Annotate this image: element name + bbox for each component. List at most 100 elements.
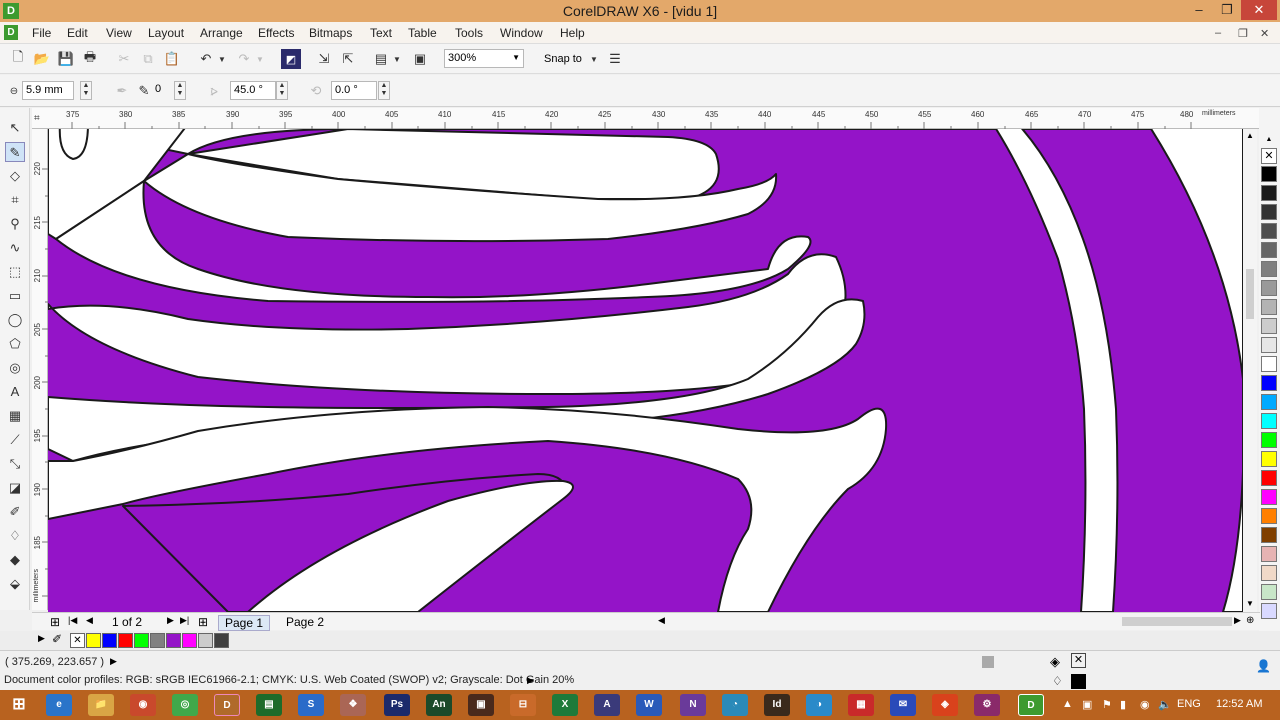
snap-dropdown-icon[interactable]: ▼ [588, 49, 600, 69]
rotation-stepper[interactable]: ▲ ▼ [378, 81, 390, 100]
artistic-media-tool-icon[interactable]: ✎ [5, 142, 25, 162]
onenote-icon[interactable]: N [680, 694, 706, 716]
zoom-tool-icon[interactable]: ⚲ [5, 214, 25, 234]
publish-pdf-icon[interactable]: ▤ [371, 49, 391, 69]
photoshop-icon[interactable]: Ps [384, 694, 410, 716]
profiles-arrow-icon[interactable]: ▶ [527, 675, 534, 686]
tray-icon-1[interactable]: ▣ [1082, 698, 1092, 711]
indesign-icon[interactable]: Id [764, 694, 790, 716]
palette-swatch[interactable] [1261, 603, 1277, 619]
tray-icon-3[interactable]: ◉ [1140, 698, 1150, 711]
start-button-icon[interactable]: ⊞ [2, 694, 36, 716]
vertical-scrollbar[interactable]: ▲ ▼ [1243, 129, 1257, 612]
word-icon[interactable]: W [636, 694, 662, 716]
scroll-up-arrow-icon[interactable]: ▲ [1246, 131, 1254, 140]
menu-table[interactable]: Table [408, 26, 437, 40]
doc-minimize-icon[interactable]: – [1215, 27, 1221, 39]
interactive-tool-icon[interactable]: ◪ [5, 478, 25, 498]
menu-view[interactable]: View [106, 26, 132, 40]
app-task-icon-3[interactable]: ▣ [468, 694, 494, 716]
cut-icon[interactable]: ✂ [114, 49, 134, 69]
ie-icon[interactable]: e [46, 694, 72, 716]
palette-swatch[interactable] [1261, 204, 1277, 220]
tray-icon-2[interactable]: ⚑ [1102, 698, 1112, 711]
basic-shapes-tool-icon[interactable]: ◎ [5, 358, 25, 378]
tray-arrow-icon[interactable]: ▲ [1062, 698, 1073, 710]
animate-icon[interactable]: An [426, 694, 452, 716]
volume-icon[interactable]: 🔈 [1158, 698, 1172, 711]
print-icon[interactable]: 🖶 [80, 49, 100, 69]
first-page-icon[interactable]: |◀ [68, 615, 77, 626]
doc-palette-swatch[interactable] [118, 633, 133, 648]
chrome-icon[interactable]: ◉ [130, 694, 156, 716]
redo-icon[interactable]: ↷ [234, 49, 254, 69]
skype-icon[interactable]: S [298, 694, 324, 716]
palette-swatch[interactable] [1261, 356, 1277, 372]
minimize-button[interactable]: – [1185, 0, 1213, 20]
palette-swatch[interactable] [1261, 280, 1277, 296]
outline-tool-icon[interactable]: ♢ [5, 526, 25, 546]
doc-palette-swatch[interactable] [150, 633, 165, 648]
network-icon[interactable]: ▮ [1120, 698, 1126, 711]
prev-page-icon[interactable]: ◀ [86, 615, 93, 626]
no-color-swatch[interactable]: ✕ [1261, 148, 1277, 164]
doc-palette-swatch[interactable] [86, 633, 101, 648]
doc-palette-swatch[interactable] [166, 633, 181, 648]
palette-swatch[interactable] [1261, 489, 1277, 505]
maximize-button[interactable]: ❐ [1213, 0, 1241, 20]
menu-tools[interactable]: Tools [455, 26, 483, 40]
last-page-icon[interactable]: ▶| [180, 615, 189, 626]
doc-restore-icon[interactable]: ❐ [1238, 27, 1248, 40]
pick-tool-icon[interactable]: ↖ [5, 118, 25, 138]
palette-swatch[interactable] [1261, 413, 1277, 429]
outline-indicator-icon[interactable]: ♢ [1052, 674, 1063, 688]
menu-effects[interactable]: Effects [258, 26, 294, 40]
palette-swatch[interactable] [1261, 394, 1277, 410]
fill-indicator-icon[interactable]: ◈ [1050, 654, 1060, 670]
copy-icon[interactable]: ⧉ [138, 49, 158, 69]
eyedropper-icon[interactable]: ✐ [52, 632, 62, 646]
color-profiles-text[interactable]: Document color profiles: RGB: sRGB IEC61… [4, 674, 574, 686]
shape-tool-icon[interactable]: ◇ [5, 166, 25, 186]
redo-dropdown-icon[interactable]: ▼ [254, 49, 266, 69]
user-icon[interactable]: 👤 [1256, 659, 1271, 673]
palette-swatch[interactable] [1261, 242, 1277, 258]
rotation-input[interactable]: 0.0 ° [331, 81, 377, 100]
page-setup-icon[interactable]: ⊞ [50, 615, 60, 629]
drawing-canvas[interactable] [48, 129, 1243, 612]
nib-angle-stepper[interactable]: ▲ ▼ [276, 81, 288, 100]
doc-close-icon[interactable]: ✕ [1260, 27, 1269, 40]
doc-palette-arrow-icon[interactable]: ▶ [38, 633, 45, 644]
doc-palette-swatch[interactable] [134, 633, 149, 648]
options-icon[interactable]: ☰ [605, 49, 625, 69]
palette-swatch[interactable] [1261, 508, 1277, 524]
menu-help[interactable]: Help [560, 26, 585, 40]
crop-tool-icon[interactable]: ⌗ [5, 190, 25, 210]
paste-icon[interactable]: 📋 [162, 49, 182, 69]
menu-bitmaps[interactable]: Bitmaps [309, 26, 352, 40]
palette-swatch[interactable] [1261, 185, 1277, 201]
palette-swatch[interactable] [1261, 223, 1277, 239]
nib-size-stepper[interactable]: ▲ ▼ [80, 81, 92, 100]
language-indicator[interactable]: ENG [1177, 698, 1201, 710]
coreldraw-active-task-icon[interactable]: D [1018, 694, 1044, 716]
app-task-icon-6[interactable]: ◑ [806, 694, 832, 716]
app-task-icon-9[interactable]: ⚙ [974, 694, 1000, 716]
clock[interactable]: 12:52 AM [1216, 698, 1262, 710]
artwork[interactable] [48, 129, 1243, 612]
palette-swatch[interactable] [1261, 432, 1277, 448]
fill-tool-icon[interactable]: ◆ [5, 550, 25, 570]
palette-swatch[interactable] [1261, 451, 1277, 467]
acrobat-icon[interactable]: ◈ [932, 694, 958, 716]
no-fill-swatch[interactable]: ✕ [70, 633, 85, 648]
hscroll-right-arrow-icon[interactable]: ▶ [1234, 615, 1241, 626]
palette-swatch[interactable] [1261, 261, 1277, 277]
add-page-icon[interactable]: ⊞ [198, 615, 208, 629]
app-task-icon-2[interactable]: ❖ [340, 694, 366, 716]
interactive-fill-tool-icon[interactable]: ⬙ [5, 574, 25, 594]
snap-to-label[interactable]: Snap to [544, 53, 582, 65]
scroll-thumb[interactable] [1246, 269, 1254, 319]
hscroll-left-arrow-icon[interactable]: ◀ [658, 615, 665, 626]
doc-palette-swatch[interactable] [198, 633, 213, 648]
palette-up-arrow-icon[interactable]: ▲ [1261, 136, 1277, 144]
